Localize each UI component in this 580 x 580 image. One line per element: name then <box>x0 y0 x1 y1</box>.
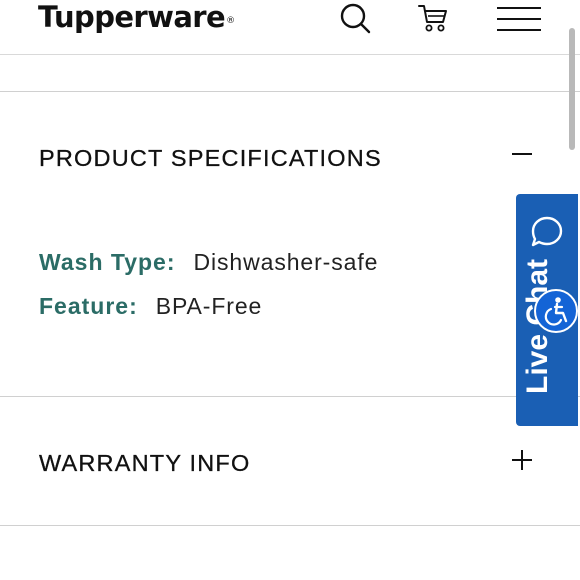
expand-icon[interactable] <box>512 450 532 470</box>
divider <box>0 91 580 92</box>
spec-value: BPA-Free <box>155 293 263 319</box>
collapse-icon[interactable] <box>512 153 532 155</box>
registered-mark: ® <box>226 16 235 26</box>
wheelchair-icon <box>544 297 568 326</box>
scrollbar-thumb[interactable] <box>569 28 575 150</box>
cart-icon[interactable] <box>416 2 450 34</box>
spec-row-feature: Feature: BPA-Free <box>39 293 262 320</box>
search-icon[interactable] <box>339 2 371 34</box>
product-specifications-heading[interactable]: PRODUCT SPECIFICATIONS <box>39 145 382 172</box>
accessibility-icon[interactable] <box>534 289 578 333</box>
divider <box>0 525 580 526</box>
tupperware-logo[interactable]: Tupperware® <box>38 0 235 34</box>
spec-label: Wash Type: <box>39 249 176 275</box>
logo-text: Tupperware <box>38 0 226 34</box>
spec-value: Dishwasher-safe <box>193 249 379 275</box>
site-header: Tupperware® <box>0 0 580 55</box>
spec-label: Feature: <box>39 293 138 319</box>
menu-icon[interactable] <box>496 5 542 33</box>
warranty-info-heading[interactable]: WARRANTY INFO <box>39 450 250 477</box>
live-chat-label: Live Chat <box>521 258 554 394</box>
divider <box>0 396 580 397</box>
spec-row-wash-type: Wash Type: Dishwasher-safe <box>39 249 378 276</box>
